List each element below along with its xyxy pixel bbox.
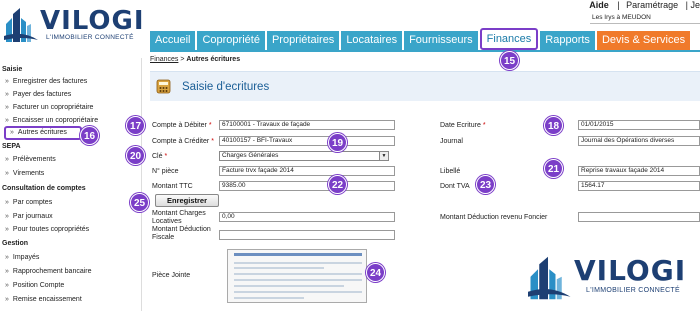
date-ecriture-field[interactable]: 01/01/2015 [578, 120, 700, 130]
tab-devis-services[interactable]: Devis & Services [596, 31, 691, 50]
label-numero-piece: N° pièce [152, 168, 179, 175]
enregistrer-button[interactable]: Enregistrer [155, 194, 219, 207]
journal-field[interactable]: Journal des Opérations diverses [578, 136, 700, 146]
parametrage-link[interactable]: Paramétrage [626, 0, 678, 10]
sidebar: Saisie Enregistrer des factures Payer de… [0, 58, 142, 311]
libelle-field[interactable]: Reprise travaux façade 2014 [578, 166, 700, 176]
label-date-ecriture: Date Ecriture * [440, 122, 486, 129]
callout-20: 20 [126, 146, 145, 165]
tab-copropriete[interactable]: Copropriété [197, 31, 265, 50]
panel-title: Saisie d'ecritures [182, 81, 270, 93]
compte-debiter-field[interactable]: 67100001 - Travaux de façade [219, 120, 395, 130]
tab-rapports[interactable]: Rapports [540, 31, 595, 50]
breadcrumb-separator: > [180, 56, 185, 63]
callout-16: 16 [80, 126, 99, 145]
sidebar-section-gestion: Gestion [2, 240, 29, 247]
sidebar-item-par-journaux[interactable]: Par journaux [13, 213, 53, 220]
tab-accueil[interactable]: Accueil [150, 31, 196, 50]
callout-15: 15 [500, 51, 519, 70]
separator: | [617, 0, 620, 10]
dont-tva-field[interactable]: 1564.17 [578, 181, 700, 191]
sidebar-item-enregistrer-factures[interactable]: Enregistrer des factures [13, 78, 87, 85]
sidebar-item-autres-ecritures[interactable]: Autres écritures [4, 126, 82, 140]
sidebar-item-position-compte[interactable]: Position Compte [13, 282, 64, 289]
deduction-revenu-foncier-field[interactable] [578, 212, 700, 222]
brand-tagline: L'IMMOBILIER CONNECTÉ [46, 34, 134, 41]
cle-select[interactable]: Charges Générales ▼ [219, 151, 389, 161]
sidebar-item-rapprochement-bancaire[interactable]: Rapprochement bancaire [13, 268, 92, 275]
numero-piece-field[interactable]: Facture trvx façade 2014 [219, 166, 395, 176]
sidebar-item-impayes[interactable]: Impayés [13, 254, 39, 261]
sidebar-item-toutes-coproprietes[interactable]: Pour toutes copropriétés [13, 226, 89, 233]
more-link[interactable]: | Je [686, 0, 700, 10]
label-deduction-revenu-foncier: Montant Déduction revenu Foncier [440, 214, 548, 221]
callout-22: 22 [328, 175, 347, 194]
label-compte-debiter: Compte à Débiter * [152, 122, 212, 129]
top-links: Aide | Paramétrage | Je [589, 0, 700, 10]
building-logo-icon [528, 256, 571, 300]
sidebar-item-facturer-coproprietaire[interactable]: Facturer un copropriétaire [13, 104, 94, 111]
sidebar-item-payer-factures[interactable]: Payer des factures [13, 91, 71, 98]
compte-crediter-field[interactable]: 40100157 - BFI-Travaux [219, 136, 395, 146]
brand-name-large: VILOGI [574, 254, 687, 287]
main-nav: Accueil Copropriété Propriétaires Locata… [150, 28, 692, 50]
deduction-fiscale-field[interactable] [219, 230, 395, 240]
callout-17: 17 [126, 116, 145, 135]
tab-proprietaires[interactable]: Propriétaires [266, 31, 340, 50]
callout-18: 18 [544, 116, 563, 135]
sidebar-item-par-comptes[interactable]: Par comptes [13, 199, 52, 206]
label-deduction-fiscale: Montant Déduction Fiscale [152, 226, 211, 241]
vilogi-logo[interactable]: VILOGI L'IMMOBILIER CONNECTÉ [4, 6, 144, 42]
sidebar-section-consultation: Consultation de comptes [2, 185, 86, 192]
breadcrumb-finances[interactable]: Finances [150, 56, 178, 63]
callout-19: 19 [328, 133, 347, 152]
label-compte-crediter: Compte à Créditer * [152, 138, 214, 145]
nav-underline [150, 50, 700, 52]
label-montant-ttc: Montant TTC [152, 183, 193, 190]
calculator-icon [156, 79, 171, 94]
label-cle: Clé * [152, 153, 168, 160]
label-charges-locatives: Montant Charges Locatives [152, 210, 206, 225]
breadcrumb: Finances > Autres écritures [150, 56, 240, 63]
montant-ttc-field[interactable]: 9385.00 [219, 181, 395, 191]
aide-link[interactable]: Aide [589, 0, 609, 10]
label-dont-tva: Dont TVA [440, 183, 470, 190]
panel-header: Saisie d'ecritures [150, 71, 700, 101]
piece-jointe-thumbnail[interactable] [227, 249, 367, 303]
brand-tagline-large: L'IMMOBILIER CONNECTÉ [586, 287, 680, 294]
sidebar-item-encaisser-coproprietaire[interactable]: Encaisser un copropriétaire [13, 117, 98, 124]
callout-25: 25 [130, 193, 149, 212]
tab-fournisseurs[interactable]: Fournisseurs [404, 31, 478, 50]
chevron-down-icon: ▼ [379, 152, 388, 160]
tab-finances[interactable]: Finances [479, 28, 539, 50]
building-name: Les Irys à MEUDON [592, 14, 651, 21]
sidebar-section-sepa: SEPA [2, 143, 21, 150]
breadcrumb-current: Autres écritures [186, 56, 241, 63]
brand-name: VILOGI [40, 6, 145, 36]
label-libelle: Libellé [440, 168, 461, 175]
callout-23: 23 [476, 175, 495, 194]
charges-locatives-field[interactable]: 0,00 [219, 212, 395, 222]
sidebar-item-prelevements[interactable]: Prélèvements [13, 156, 56, 163]
vilogi-logo-large: VILOGI L'IMMOBILIER CONNECTÉ [528, 253, 696, 303]
tab-locataires[interactable]: Locataires [341, 31, 403, 50]
sidebar-item-remise-encaissement[interactable]: Remise encaissement [13, 296, 82, 303]
cle-select-value: Charges Générales [222, 152, 279, 159]
label-journal: Journal [440, 138, 463, 145]
label-piece-jointe: Pièce Jointe [152, 272, 191, 279]
sidebar-item-virements[interactable]: Virements [13, 170, 44, 177]
building-logo-icon [4, 8, 38, 42]
callout-24: 24 [366, 263, 385, 282]
sidebar-section-saisie: Saisie [2, 66, 23, 73]
callout-21: 21 [544, 159, 563, 178]
